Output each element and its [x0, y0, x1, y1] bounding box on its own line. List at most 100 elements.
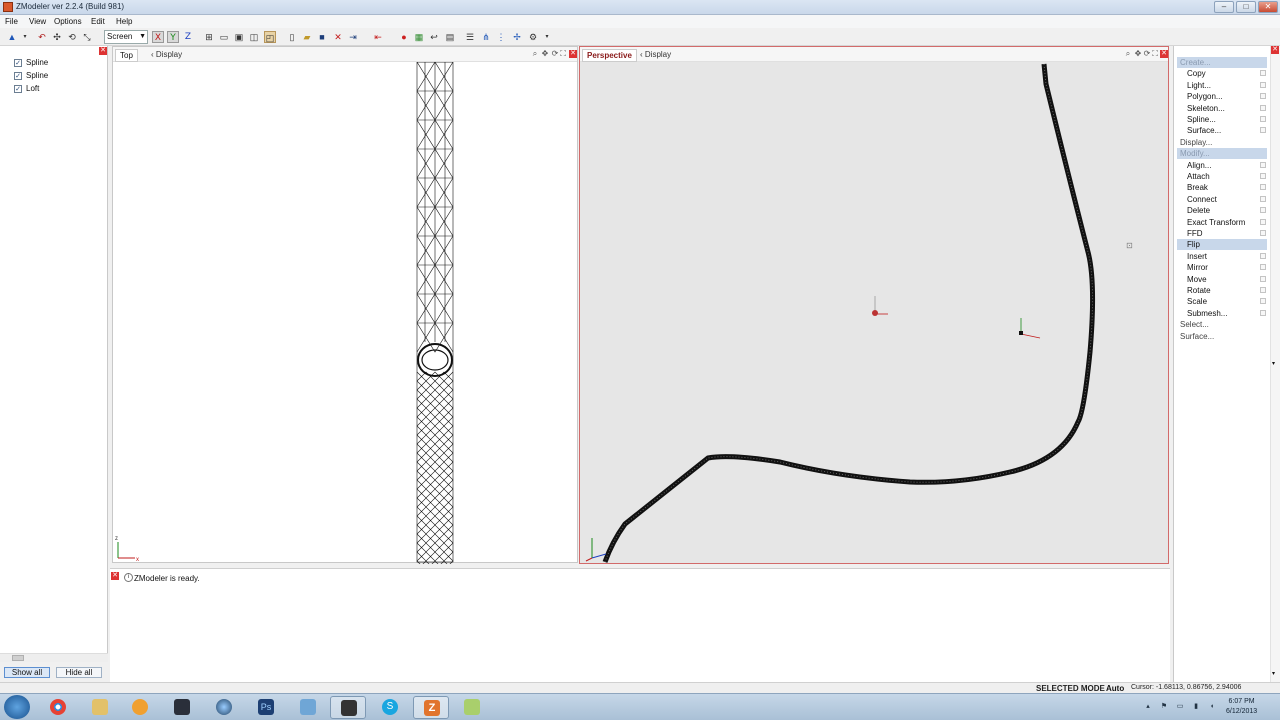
viewport-top[interactable]: Top ‹ Display ⌕ ✥ ⟳ ⛶ ✕ z x	[112, 46, 578, 564]
command-mirror[interactable]: Mirror	[1187, 262, 1208, 273]
viewport-name-tab[interactable]: Top	[115, 49, 138, 62]
command-insert[interactable]: Insert	[1187, 251, 1207, 262]
command-options-icon[interactable]	[1260, 264, 1266, 271]
start-button[interactable]	[4, 695, 30, 719]
menu-help[interactable]: Help	[116, 17, 132, 26]
pivot-icon[interactable]: ✢	[511, 31, 523, 43]
lasso-icon[interactable]: ◫	[248, 31, 260, 43]
close-icon[interactable]: ✕	[1160, 50, 1168, 58]
hide-all-button[interactable]: Hide all	[56, 667, 102, 678]
command-options-icon[interactable]	[1260, 195, 1266, 202]
command-options-icon[interactable]	[1260, 104, 1266, 111]
scrollbar-thumb[interactable]	[12, 655, 24, 661]
tree-item-spline-2[interactable]: ✓ Spline	[14, 71, 48, 80]
fit-view-icon[interactable]: ⛶	[1151, 50, 1159, 58]
command-connect[interactable]: Connect	[1187, 194, 1217, 205]
command-surface[interactable]: Surface...	[1187, 125, 1221, 136]
command-options-icon[interactable]	[1260, 81, 1266, 88]
delete-icon[interactable]: ✕	[332, 31, 344, 43]
command-skeleton[interactable]: Skeleton...	[1187, 103, 1225, 114]
command-modify[interactable]: Modify...	[1177, 148, 1267, 160]
options-icon[interactable]: ☰	[464, 31, 476, 43]
command-move[interactable]: Move	[1187, 274, 1207, 285]
scale-tool-icon[interactable]: ⤡	[81, 31, 93, 43]
command-scale[interactable]: Scale	[1187, 296, 1207, 307]
maximize-button[interactable]: □	[1236, 1, 1256, 13]
command-submesh[interactable]: Submesh...	[1187, 308, 1227, 319]
more-arrow-icon[interactable]: ▾	[541, 31, 553, 43]
show-all-button[interactable]: Show all	[4, 667, 50, 678]
axis-y-toggle[interactable]: Y	[167, 31, 179, 43]
taskbar-media[interactable]	[122, 696, 158, 719]
minimize-button[interactable]: –	[1214, 1, 1234, 13]
tree-icon[interactable]: ⋮	[495, 31, 507, 43]
checkbox-checked-icon[interactable]: ✓	[14, 85, 22, 93]
tree-item-spline-1[interactable]: ✓ Spline	[14, 58, 48, 67]
taskbar-skype[interactable]: S	[372, 696, 408, 719]
import-icon[interactable]: ⇥	[347, 31, 359, 43]
pan-icon[interactable]: ✥	[541, 50, 549, 58]
tray-network-icon[interactable]: ▮	[1192, 703, 1200, 711]
taskbar-notes[interactable]	[454, 696, 490, 719]
command-options-icon[interactable]	[1260, 230, 1266, 236]
tray-expand-icon[interactable]: ▴	[1144, 703, 1152, 711]
command-options-icon[interactable]	[1260, 70, 1266, 77]
close-icon[interactable]: ✕	[99, 47, 107, 55]
command-flip[interactable]: Flip	[1177, 239, 1267, 251]
command-rotate[interactable]: Rotate	[1187, 285, 1211, 296]
command-options-icon[interactable]	[1260, 298, 1266, 305]
select-arrow-icon[interactable]: ▲	[6, 31, 18, 43]
taskbar-photoshop[interactable]: Ps	[248, 696, 284, 719]
axis-x-toggle[interactable]: X	[152, 31, 164, 43]
command-options-icon[interactable]	[1260, 161, 1266, 168]
save-icon[interactable]: ■	[316, 31, 328, 43]
viewport-display-menu[interactable]: ‹ Display	[151, 50, 182, 59]
taskbar-explorer[interactable]	[82, 696, 118, 719]
menu-file[interactable]: File	[5, 17, 18, 26]
command-select[interactable]: Select...	[1180, 319, 1209, 330]
close-icon[interactable]: ✕	[569, 50, 577, 58]
fit-view-icon[interactable]: ⛶	[559, 50, 567, 58]
tray-monitor-icon[interactable]: ▭	[1176, 703, 1184, 711]
command-options-icon[interactable]	[1260, 309, 1266, 316]
scroll-down-icon[interactable]: ▾	[1272, 670, 1275, 677]
command-break[interactable]: Break	[1187, 182, 1208, 193]
axis-z-toggle[interactable]: Z	[182, 31, 194, 43]
command-options-icon[interactable]	[1260, 252, 1266, 259]
new-file-icon[interactable]: ▯	[286, 31, 298, 43]
taskbar-tools[interactable]	[290, 696, 326, 719]
viewport-name-tab[interactable]: Perspective	[582, 49, 637, 62]
command-ffd[interactable]: FFD	[1187, 228, 1203, 239]
hierarchy-icon[interactable]: ⋔	[480, 31, 492, 43]
undo-icon[interactable]: ↶	[36, 31, 48, 43]
close-window-button[interactable]: ✕	[1258, 1, 1278, 13]
command-options-icon[interactable]	[1260, 93, 1266, 100]
scroll-arrow-icon[interactable]: ▾	[1272, 360, 1275, 367]
move-tool-icon[interactable]: ✣	[51, 31, 63, 43]
close-icon[interactable]: ✕	[1271, 46, 1279, 54]
material-icon[interactable]: ▦	[413, 31, 425, 43]
select-rect-icon[interactable]: ▭	[218, 31, 230, 43]
select-window-icon[interactable]: ▣	[233, 31, 245, 43]
taskbar-game[interactable]	[330, 696, 366, 719]
taskbar-chrome[interactable]	[40, 696, 76, 719]
command-delete[interactable]: Delete	[1187, 205, 1210, 216]
command-options-icon[interactable]	[1260, 173, 1266, 179]
command-attach[interactable]: Attach	[1187, 171, 1210, 182]
zoom-icon[interactable]: ⌕	[531, 50, 539, 58]
plugin-icon[interactable]: ⚙	[527, 31, 539, 43]
open-folder-icon[interactable]: ▰	[301, 31, 313, 43]
command-options-icon[interactable]	[1260, 184, 1266, 191]
pan-icon[interactable]: ✥	[1134, 50, 1142, 58]
taskbar-network[interactable]	[206, 696, 242, 719]
record-icon[interactable]: ●	[398, 31, 410, 43]
export-icon[interactable]: ⇤	[372, 31, 384, 43]
command-options-icon[interactable]	[1260, 127, 1266, 134]
command-surface[interactable]: Surface...	[1180, 331, 1214, 342]
zoom-icon[interactable]: ⌕	[1124, 50, 1132, 58]
command-panel-scrollbar[interactable]: ✕ ▾ ▾	[1270, 46, 1280, 682]
command-options-icon[interactable]	[1260, 207, 1266, 214]
view-mode-select[interactable]: Screen ▼	[104, 30, 148, 44]
checkbox-checked-icon[interactable]: ✓	[14, 59, 22, 67]
link-icon[interactable]: ↩	[428, 31, 440, 43]
